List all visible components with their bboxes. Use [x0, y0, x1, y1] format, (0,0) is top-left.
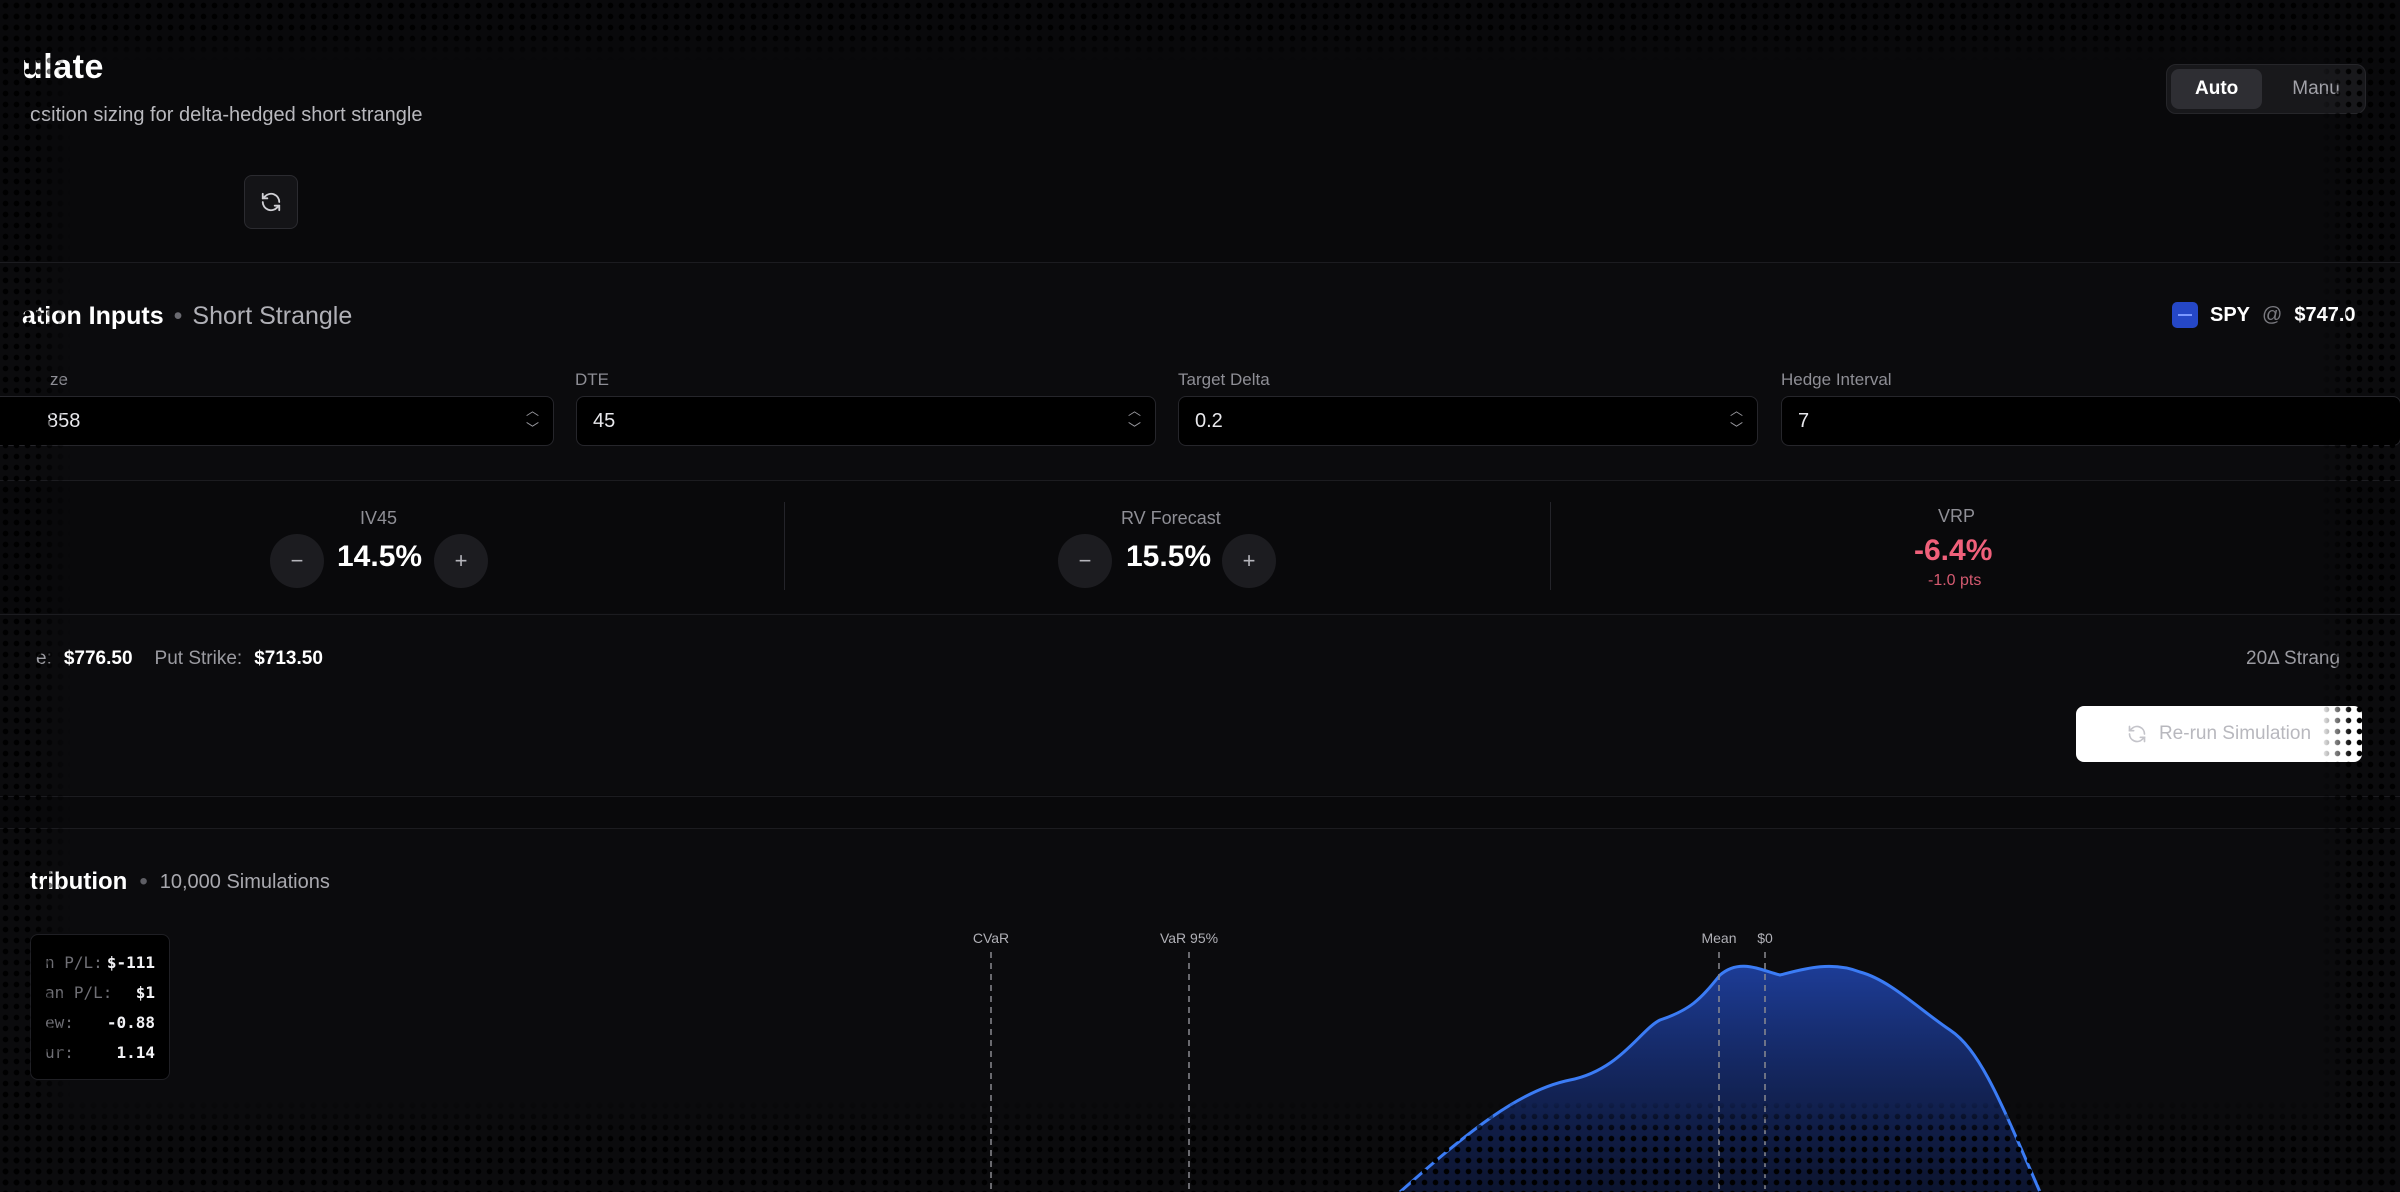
- gap: [0, 797, 2400, 829]
- mode-toggle: Auto Manu: [2166, 64, 2366, 114]
- chevron-down-icon[interactable]: ﹀: [526, 421, 539, 437]
- distribution-subtitle: 10,000 Simulations: [159, 870, 330, 893]
- vrp-value: -6.4%: [1914, 534, 1993, 567]
- stat-key: ur:: [45, 1042, 74, 1062]
- stat-key: ew:: [45, 1012, 74, 1032]
- stat-key: an P/L:: [45, 982, 113, 1002]
- rv-decrease-button[interactable]: −: [1058, 534, 1112, 588]
- put-strike-value: $713.50: [254, 648, 323, 669]
- ticker-badge: SPY @ $747.0: [2172, 302, 2356, 328]
- vrp-sub: -1.0 pts: [1928, 572, 1982, 589]
- iv-decrease-button[interactable]: −: [270, 534, 324, 588]
- inputs-title: ation Inputs: [22, 302, 164, 330]
- put-strike-label: Put Strike:: [154, 648, 243, 669]
- stat-value: $-111: [106, 952, 155, 972]
- title-separator: •: [173, 302, 183, 330]
- refresh-icon: [261, 192, 281, 212]
- vol-separator: [784, 502, 785, 590]
- dte-stepper[interactable]: ︿ ﹀: [1128, 403, 1141, 437]
- hedge-interval-value: 7: [1798, 409, 1810, 432]
- minus-icon: −: [290, 548, 304, 573]
- refresh-icon: [2128, 725, 2146, 743]
- zero-label: $0: [1757, 930, 1773, 946]
- app-screen: ulate osition sizing for delta-hedged sh…: [0, 0, 2400, 1192]
- target-delta-input[interactable]: 0.2 ︿ ﹀: [1178, 396, 1758, 446]
- stats-box: n P/L: $-111 an P/L: $1 ew: -0.88 ur: 1.14: [30, 934, 170, 1080]
- page-title: ulate: [22, 48, 104, 86]
- chevron-up-icon[interactable]: ︿: [1128, 403, 1141, 419]
- rerun-label: Re-run Simulation: [2158, 723, 2312, 744]
- ticker-logo-icon: [2172, 302, 2198, 328]
- mean-label: Mean: [1701, 930, 1737, 946]
- dte-input[interactable]: 45 ︿ ﹀: [576, 396, 1156, 446]
- iv-label: IV45: [360, 508, 398, 528]
- vol-separator: [1550, 502, 1551, 590]
- iv-value: 14.5%: [337, 540, 423, 573]
- hedge-interval-label: Hedge Interval: [1781, 370, 1892, 389]
- dte-value: 45: [593, 409, 616, 432]
- target-delta-stepper[interactable]: ︿ ﹀: [1730, 403, 1743, 437]
- title-separator: •: [139, 868, 148, 895]
- inputs-section-title: ation Inputs • Short Strangle: [22, 302, 352, 331]
- rerun-simulation-button[interactable]: Re-run Simulation: [2076, 706, 2362, 762]
- plus-icon: +: [1242, 548, 1256, 573]
- iv-increase-button[interactable]: +: [434, 534, 488, 588]
- call-strike-label: e:: [36, 648, 52, 669]
- plus-icon: +: [454, 548, 468, 573]
- refresh-button[interactable]: [244, 175, 298, 229]
- stat-row: ur: 1.14: [45, 1037, 155, 1067]
- size-stepper[interactable]: ︿ ﹀: [526, 403, 539, 437]
- rv-increase-button[interactable]: +: [1222, 534, 1276, 588]
- strike-row: e: $776.50 Put Strike: $713.50: [36, 648, 323, 670]
- minus-icon: −: [1078, 548, 1092, 573]
- stat-value: 1.14: [116, 1042, 155, 1062]
- vrp-label: VRP: [1938, 506, 1976, 526]
- distribution-area: [1400, 966, 2040, 1192]
- chevron-up-icon[interactable]: ︿: [526, 403, 539, 419]
- stat-row: n P/L: $-111: [45, 947, 155, 977]
- stat-value: $1: [135, 982, 155, 1002]
- chevron-up-icon[interactable]: ︿: [1730, 403, 1743, 419]
- var95-label: VaR 95%: [1159, 930, 1219, 946]
- mode-manual-button[interactable]: Manu: [2268, 69, 2364, 109]
- target-delta-value: 0.2: [1195, 409, 1223, 432]
- ticker-symbol: SPY: [2210, 303, 2251, 326]
- inputs-subtitle: Short Strangle: [192, 302, 353, 330]
- ticker-at: @: [2262, 303, 2283, 326]
- mode-auto-button[interactable]: Auto: [2171, 69, 2263, 109]
- distribution-heading: tribution: [30, 868, 128, 895]
- size-value: 858: [47, 409, 81, 432]
- dte-label: DTE: [575, 370, 609, 389]
- stat-value: -0.88: [106, 1012, 155, 1032]
- stat-key: n P/L:: [45, 952, 103, 972]
- rv-label: RV Forecast: [1121, 508, 1221, 528]
- stat-row: ew: -0.88: [45, 1007, 155, 1037]
- call-strike-value: $776.50: [63, 648, 133, 669]
- cvar-label: CVaR: [972, 930, 1010, 946]
- hedge-interval-input[interactable]: 7: [1781, 396, 2400, 446]
- size-input[interactable]: 858 ︿ ﹀: [0, 396, 554, 446]
- chevron-down-icon[interactable]: ﹀: [1730, 421, 1743, 437]
- rv-value: 15.5%: [1126, 540, 1212, 573]
- divider: [0, 614, 2400, 615]
- ticker-price: $747.0: [2294, 303, 2356, 326]
- chevron-down-icon[interactable]: ﹀: [1128, 421, 1141, 437]
- page-subtitle: osition sizing for delta-hedged short st…: [30, 104, 423, 126]
- strangle-tag: 20Δ Strang: [2246, 648, 2341, 669]
- distribution-title: tribution • 10,000 Simulations: [30, 868, 330, 896]
- target-delta-label: Target Delta: [1178, 370, 1270, 389]
- stat-row: an P/L: $1: [45, 977, 155, 1007]
- size-label: ze: [50, 370, 68, 389]
